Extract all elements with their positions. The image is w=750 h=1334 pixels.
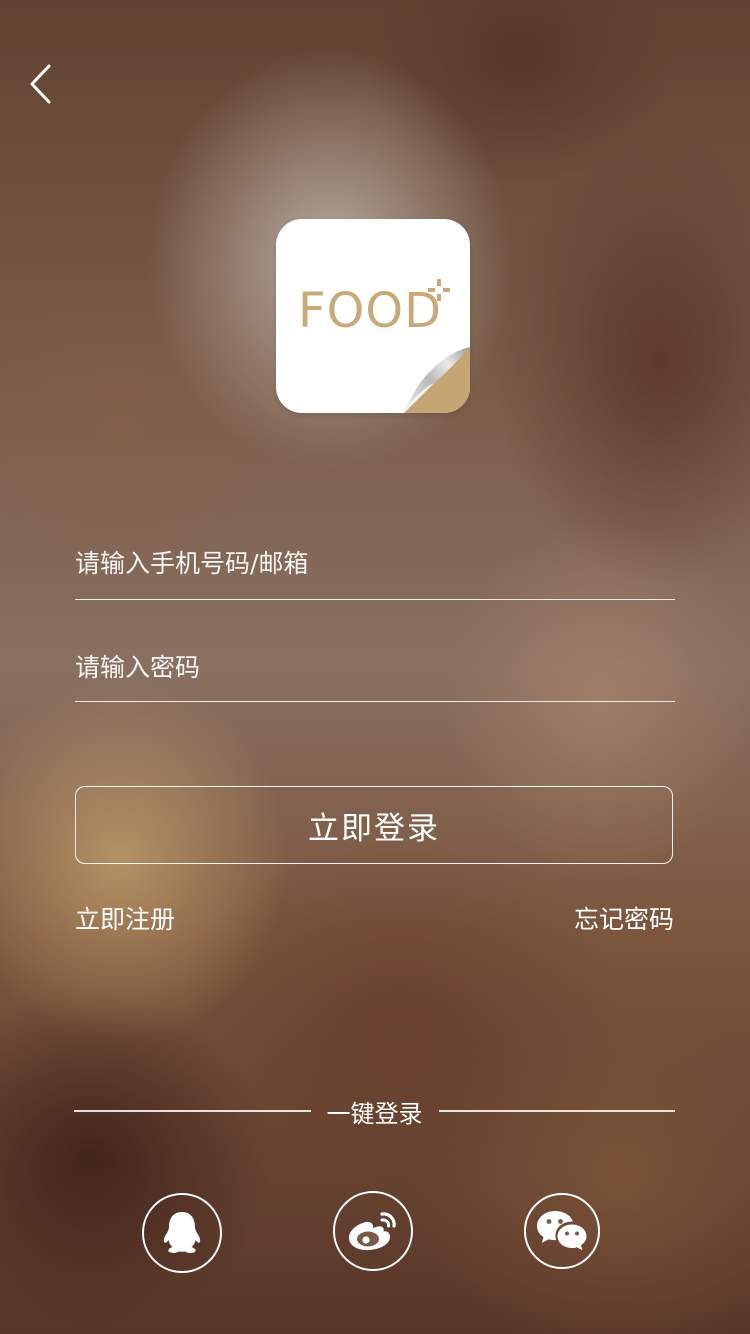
register-link[interactable]: 立即注册 [75,900,175,936]
wechat-login-button[interactable] [524,1193,600,1269]
back-button[interactable] [22,58,62,110]
forgot-password-link[interactable]: 忘记密码 [574,900,674,936]
plus-icon [428,279,450,301]
divider-line-left [74,1110,311,1112]
login-button[interactable]: 立即登录 [75,786,673,864]
app-logo: FOOD [276,219,470,413]
wechat-icon [537,1211,587,1251]
password-input[interactable] [75,648,675,688]
weibo-icon [348,1212,396,1251]
password-field-container [75,648,675,702]
page-curl-icon [404,347,470,413]
chevron-left-icon [30,64,51,104]
phone-email-field-container [75,544,675,600]
phone-email-input[interactable] [75,544,675,584]
logo-text: FOOD [298,283,443,339]
qq-login-button[interactable] [142,1193,222,1273]
weibo-login-button[interactable] [333,1191,413,1271]
quick-login-label: 一键登录 [326,1099,423,1128]
quick-login-divider: 一键登录 [74,1094,675,1128]
qq-icon [163,1212,201,1253]
divider-line-right [438,1110,675,1112]
